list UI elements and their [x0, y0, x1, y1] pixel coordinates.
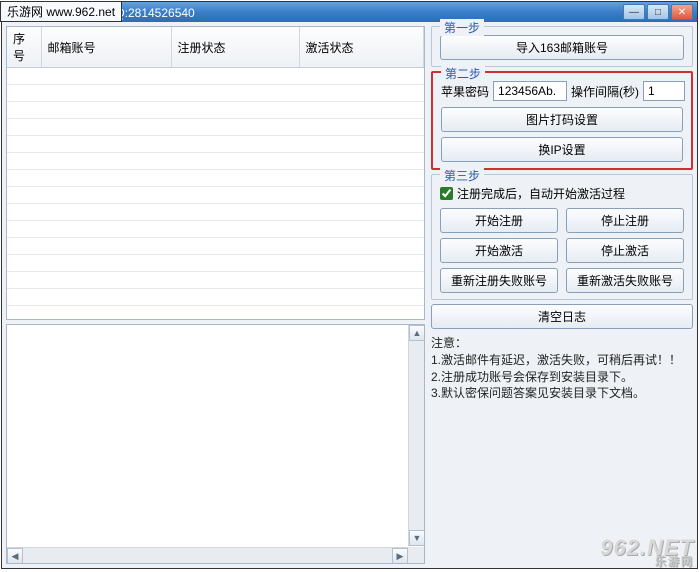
step3-title: 第三步	[440, 167, 484, 184]
accounts-table-body	[7, 68, 424, 320]
scroll-left-icon[interactable]: ◀	[7, 548, 23, 564]
table-row[interactable]	[7, 85, 424, 102]
scroll-corner	[408, 547, 424, 563]
auto-activate-label: 注册完成后，自动开始激活过程	[457, 185, 625, 202]
ip-settings-button[interactable]: 换IP设置	[441, 137, 683, 162]
accounts-table[interactable]: 序号 邮箱账号 注册状态 激活状态	[7, 27, 424, 320]
window-controls: — □ ✕	[623, 4, 693, 20]
table-row[interactable]	[7, 68, 424, 85]
start-register-button[interactable]: 开始注册	[440, 208, 558, 233]
table-row[interactable]	[7, 187, 424, 204]
scroll-right-icon[interactable]: ▶	[392, 548, 408, 564]
scroll-up-icon[interactable]: ▲	[409, 325, 425, 341]
step3-group: 第三步 注册完成后，自动开始激活过程 开始注册 停止注册 开始激活 停止激活	[431, 174, 693, 300]
interval-label: 操作间隔(秒)	[571, 83, 639, 100]
table-row[interactable]	[7, 255, 424, 272]
clear-log-button[interactable]: 清空日志	[431, 304, 693, 329]
table-row[interactable]	[7, 306, 424, 320]
stop-activate-button[interactable]: 停止激活	[566, 238, 684, 263]
step2-title: 第二步	[441, 65, 485, 82]
table-row[interactable]	[7, 102, 424, 119]
table-row[interactable]	[7, 289, 424, 306]
log-panel[interactable]: ▲ ▼ ◀ ▶	[6, 324, 425, 565]
step2-group: 第二步 苹果密码 操作间隔(秒) 图片打码设置 换IP设置	[431, 71, 693, 170]
captcha-settings-button[interactable]: 图片打码设置	[441, 107, 683, 132]
auto-activate-checkbox[interactable]	[440, 187, 453, 200]
table-row[interactable]	[7, 170, 424, 187]
window-frame: 具----软件定做联系QQ:2814526540 — □ ✕ 序号 邮箱账号	[1, 1, 698, 569]
notes-line1: 1.激活邮件有延迟，激活失败，可稍后再试！！	[431, 352, 693, 369]
table-row[interactable]	[7, 221, 424, 238]
start-activate-button[interactable]: 开始激活	[440, 238, 558, 263]
log-scrollbar-horizontal[interactable]: ◀ ▶	[7, 547, 408, 563]
notes-header: 注意：	[431, 335, 693, 352]
client-area: 序号 邮箱账号 注册状态 激活状态	[2, 22, 697, 568]
apple-password-label: 苹果密码	[441, 83, 489, 100]
col-index[interactable]: 序号	[7, 27, 41, 68]
step1-group: 第一步 导入163邮箱账号	[431, 26, 693, 67]
apple-password-input[interactable]	[493, 81, 567, 101]
maximize-button[interactable]: □	[647, 4, 669, 20]
step1-title: 第一步	[440, 19, 484, 36]
table-row[interactable]	[7, 119, 424, 136]
import-email-button[interactable]: 导入163邮箱账号	[440, 35, 684, 60]
minimize-button[interactable]: —	[623, 4, 645, 20]
log-scrollbar-vertical[interactable]: ▲ ▼	[408, 325, 424, 547]
table-row[interactable]	[7, 272, 424, 289]
watermark-top-left: 乐游网 www.962.net	[0, 1, 122, 22]
table-row[interactable]	[7, 136, 424, 153]
col-email[interactable]: 邮箱账号	[41, 27, 171, 68]
stop-register-button[interactable]: 停止注册	[566, 208, 684, 233]
table-row[interactable]	[7, 204, 424, 221]
retry-activate-button[interactable]: 重新激活失败账号	[566, 268, 684, 293]
notes-line3: 3.默认密保问题答案见安装目录下文档。	[431, 385, 693, 402]
notes-line2: 2.注册成功账号会保存到安装目录下。	[431, 369, 693, 386]
table-row[interactable]	[7, 238, 424, 255]
close-button[interactable]: ✕	[671, 4, 693, 20]
accounts-table-panel: 序号 邮箱账号 注册状态 激活状态	[6, 26, 425, 320]
notes-block: 注意： 1.激活邮件有延迟，激活失败，可稍后再试！！ 2.注册成功账号会保存到安…	[431, 333, 693, 404]
col-act-status[interactable]: 激活状态	[299, 27, 424, 68]
retry-register-button[interactable]: 重新注册失败账号	[440, 268, 558, 293]
col-reg-status[interactable]: 注册状态	[171, 27, 299, 68]
table-row[interactable]	[7, 153, 424, 170]
interval-input[interactable]	[643, 81, 685, 101]
scroll-down-icon[interactable]: ▼	[409, 530, 425, 546]
watermark-bottom-right: 962.NET 乐游网	[600, 538, 694, 568]
